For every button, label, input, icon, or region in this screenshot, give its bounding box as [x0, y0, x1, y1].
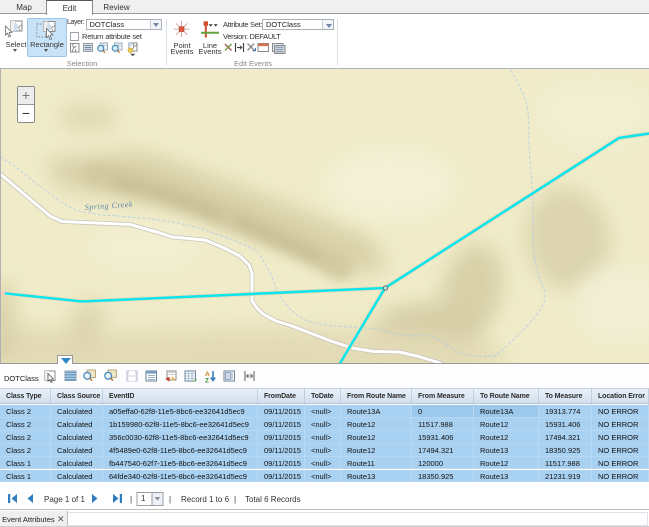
- svg-text:Z: Z: [205, 378, 209, 385]
- svg-text:Page 1 of 1: Page 1 of 1: [44, 495, 85, 504]
- svg-text:|: |: [169, 495, 171, 504]
- svg-text:|: |: [234, 495, 236, 504]
- svg-text:Total 6 Records: Total 6 Records: [245, 495, 301, 504]
- svg-text:|: |: [130, 495, 132, 504]
- svg-text:1: 1: [141, 494, 146, 503]
- svg-text:Record 1 to 6: Record 1 to 6: [181, 495, 230, 504]
